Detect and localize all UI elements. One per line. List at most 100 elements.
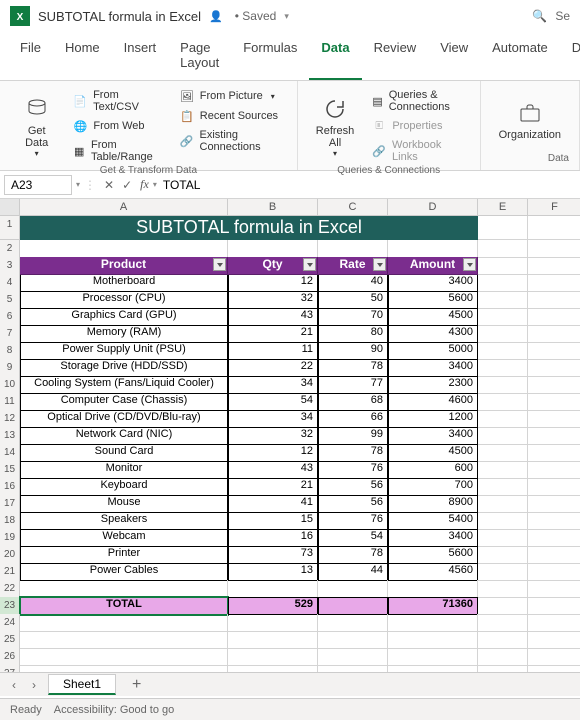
row-header[interactable]: 11: [0, 393, 20, 411]
cell[interactable]: [228, 580, 318, 598]
column-header[interactable]: A: [20, 199, 228, 215]
table-cell-product[interactable]: Processor (CPU): [20, 291, 228, 309]
cell[interactable]: [478, 597, 528, 615]
cell[interactable]: [20, 614, 228, 632]
refresh-all-button[interactable]: Refresh All ▾: [308, 87, 363, 165]
table-cell-qty[interactable]: 43: [228, 308, 318, 326]
row-header[interactable]: 18: [0, 512, 20, 530]
table-cell-rate[interactable]: 78: [318, 359, 388, 377]
cell[interactable]: [478, 291, 528, 309]
row-header[interactable]: 24: [0, 614, 20, 632]
menu-tab-review[interactable]: Review: [362, 32, 429, 80]
table-cell-rate[interactable]: 40: [318, 274, 388, 292]
organization-button[interactable]: Organization: [491, 87, 569, 153]
table-cell-rate[interactable]: 56: [318, 478, 388, 496]
table-cell-product[interactable]: Computer Case (Chassis): [20, 393, 228, 411]
table-header-amount[interactable]: Amount: [388, 257, 478, 275]
cell[interactable]: [228, 648, 318, 666]
cell[interactable]: [478, 546, 528, 564]
column-header[interactable]: E: [478, 199, 528, 215]
cell[interactable]: [528, 529, 580, 547]
row-header[interactable]: 22: [0, 580, 20, 598]
table-cell-product[interactable]: Optical Drive (CD/DVD/Blu-ray): [20, 410, 228, 428]
table-header-qty[interactable]: Qty: [228, 257, 318, 275]
table-header-rate[interactable]: Rate: [318, 257, 388, 275]
cell[interactable]: [478, 342, 528, 360]
cell[interactable]: [478, 376, 528, 394]
sheet-title-cell[interactable]: SUBTOTAL formula in Excel: [20, 216, 478, 240]
cell[interactable]: [388, 648, 478, 666]
row-header[interactable]: 2: [0, 240, 20, 258]
table-cell-amount[interactable]: 4560: [388, 563, 478, 581]
table-cell-qty[interactable]: 21: [228, 478, 318, 496]
table-cell-product[interactable]: Keyboard: [20, 478, 228, 496]
column-header[interactable]: D: [388, 199, 478, 215]
recent-sources-button[interactable]: 📋Recent Sources: [176, 107, 287, 125]
cell[interactable]: [318, 240, 388, 258]
table-cell-rate[interactable]: 80: [318, 325, 388, 343]
cell[interactable]: [528, 597, 580, 615]
cell[interactable]: [478, 308, 528, 326]
from-text-csv-button[interactable]: 📄From Text/CSV: [69, 87, 169, 115]
table-cell-product[interactable]: Memory (RAM): [20, 325, 228, 343]
table-cell-qty[interactable]: 34: [228, 376, 318, 394]
row-header[interactable]: 19: [0, 529, 20, 547]
row-header[interactable]: 12: [0, 410, 20, 428]
cell[interactable]: [528, 216, 580, 240]
table-cell-rate[interactable]: 90: [318, 342, 388, 360]
from-web-button[interactable]: 🌐From Web: [69, 117, 169, 135]
menu-tab-data[interactable]: Data: [309, 32, 361, 80]
total-rate-cell[interactable]: [318, 597, 388, 615]
table-cell-amount[interactable]: 8900: [388, 495, 478, 513]
row-header[interactable]: 4: [0, 274, 20, 292]
sheet-nav-next[interactable]: ›: [28, 678, 40, 692]
table-cell-qty[interactable]: 73: [228, 546, 318, 564]
table-cell-amount[interactable]: 4500: [388, 308, 478, 326]
cell[interactable]: [528, 410, 580, 428]
table-cell-qty[interactable]: 21: [228, 325, 318, 343]
table-cell-product[interactable]: Motherboard: [20, 274, 228, 292]
cell[interactable]: [478, 325, 528, 343]
cell[interactable]: [388, 240, 478, 258]
table-cell-qty[interactable]: 43: [228, 461, 318, 479]
table-cell-amount[interactable]: 1200: [388, 410, 478, 428]
cell[interactable]: [478, 257, 528, 275]
menu-tab-file[interactable]: File: [8, 32, 53, 80]
cell[interactable]: [528, 512, 580, 530]
filter-dropdown-icon[interactable]: [303, 258, 316, 271]
cell[interactable]: [478, 563, 528, 581]
cell[interactable]: [528, 308, 580, 326]
menu-tab-view[interactable]: View: [428, 32, 480, 80]
table-cell-qty[interactable]: 11: [228, 342, 318, 360]
table-cell-rate[interactable]: 76: [318, 461, 388, 479]
name-box[interactable]: [4, 175, 72, 195]
table-cell-product[interactable]: Mouse: [20, 495, 228, 513]
table-cell-product[interactable]: Graphics Card (GPU): [20, 308, 228, 326]
cell[interactable]: [528, 240, 580, 258]
row-header[interactable]: 7: [0, 325, 20, 343]
cell[interactable]: [20, 648, 228, 666]
cancel-formula-button[interactable]: ✕: [100, 178, 118, 192]
from-picture-button[interactable]: 🖼From Picture▾: [176, 87, 287, 105]
cell[interactable]: [528, 291, 580, 309]
menu-tab-developer[interactable]: Developer: [560, 32, 580, 80]
menu-tab-automate[interactable]: Automate: [480, 32, 560, 80]
cell[interactable]: [20, 580, 228, 598]
row-header[interactable]: 3: [0, 257, 20, 275]
table-cell-rate[interactable]: 68: [318, 393, 388, 411]
cell[interactable]: [318, 614, 388, 632]
cell[interactable]: [528, 342, 580, 360]
table-cell-amount[interactable]: 3400: [388, 359, 478, 377]
table-cell-rate[interactable]: 76: [318, 512, 388, 530]
table-cell-qty[interactable]: 54: [228, 393, 318, 411]
table-cell-amount[interactable]: 4300: [388, 325, 478, 343]
table-cell-qty[interactable]: 32: [228, 427, 318, 445]
table-cell-product[interactable]: Speakers: [20, 512, 228, 530]
row-header[interactable]: 5: [0, 291, 20, 309]
select-all-cell[interactable]: [0, 199, 20, 215]
cell[interactable]: [528, 427, 580, 445]
table-cell-rate[interactable]: 99: [318, 427, 388, 445]
cell[interactable]: [20, 631, 228, 649]
table-cell-product[interactable]: Webcam: [20, 529, 228, 547]
cell[interactable]: [478, 216, 528, 240]
